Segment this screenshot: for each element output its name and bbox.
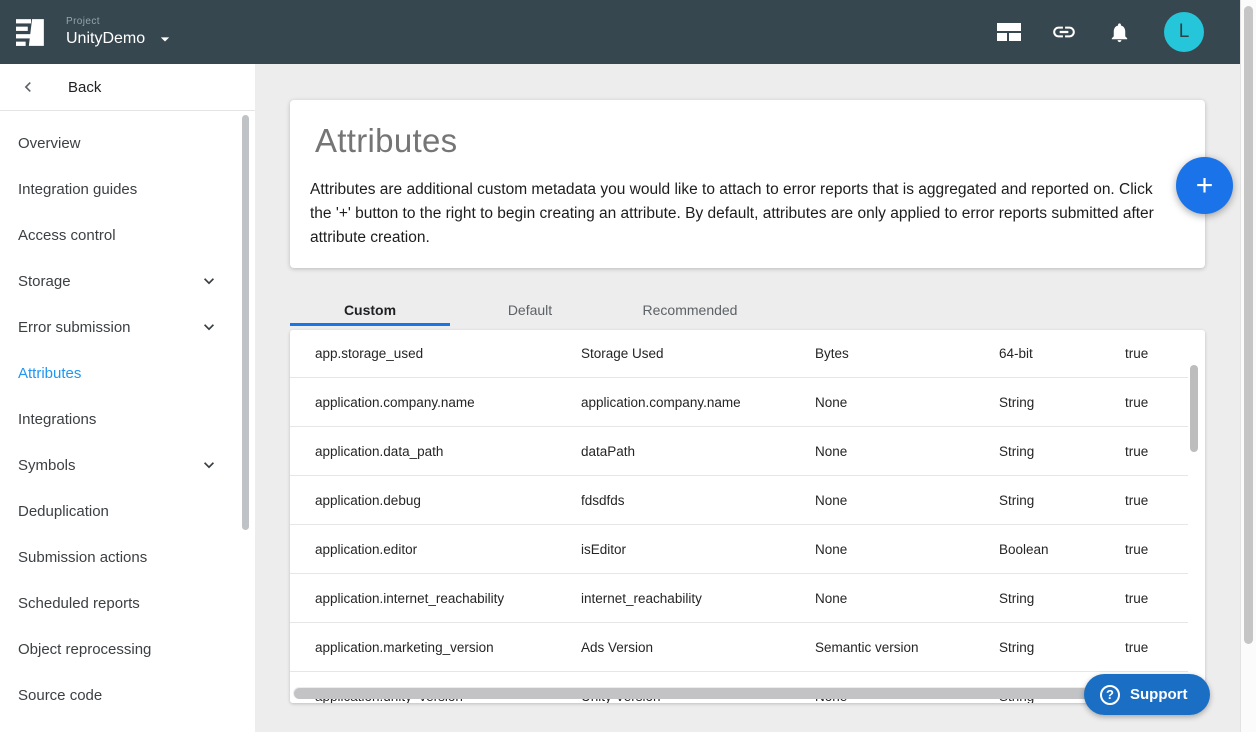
cell-format: None [815, 542, 999, 557]
topbar: Project UnityDemo L [0, 0, 1240, 64]
cell-name: application.editor [315, 542, 581, 557]
cell-name: application.internet_reachability [315, 591, 581, 606]
cell-format: None [815, 493, 999, 508]
sidebar: Back Overview Integration guides Access … [0, 64, 255, 732]
cell-visible: true [1125, 346, 1188, 361]
cell-label: Ads Version [581, 640, 815, 655]
cell-visible: true [1125, 640, 1188, 655]
sidebar-item-integrations[interactable]: Integrations [0, 396, 255, 442]
table-row[interactable]: application.marketing_version Ads Versio… [290, 623, 1188, 672]
table-row[interactable]: application.data_path dataPath None Stri… [290, 427, 1188, 476]
sidebar-item-storage[interactable]: Storage [0, 258, 255, 304]
table-horizontal-scrollbar-thumb[interactable] [294, 688, 1154, 699]
attributes-header-card: Attributes Attributes are additional cus… [290, 100, 1205, 268]
help-icon: ? [1100, 685, 1120, 705]
table-row[interactable]: application.debug fdsdfds None String tr… [290, 476, 1188, 525]
cell-type: String [999, 591, 1125, 606]
sidebar-item-integration-guides[interactable]: Integration guides [0, 166, 255, 212]
sidebar-item-deduplication[interactable]: Deduplication [0, 488, 255, 534]
cell-type: String [999, 640, 1125, 655]
sidebar-item-submission-actions[interactable]: Submission actions [0, 534, 255, 580]
cell-label: fdsdfds [581, 493, 815, 508]
table-row[interactable]: application.internet_reachability intern… [290, 574, 1188, 623]
chevron-down-icon [199, 455, 219, 475]
cell-format: None [815, 395, 999, 410]
sidebar-nav: Overview Integration guides Access contr… [0, 111, 255, 718]
link-icon[interactable] [1051, 19, 1077, 45]
sidebar-item-attributes[interactable]: Attributes [0, 350, 255, 396]
dashboard-icon[interactable] [996, 19, 1022, 45]
page-scrollbar[interactable] [1240, 0, 1256, 732]
page-title: Attributes [315, 122, 457, 160]
cell-visible: true [1125, 591, 1188, 606]
backtrace-logo-icon [16, 17, 46, 47]
cell-format: None [815, 591, 999, 606]
tab-default[interactable]: Default [450, 293, 610, 326]
page-description: Attributes are additional custom metadat… [310, 178, 1168, 250]
cell-format: None [815, 444, 999, 459]
attributes-table-rows: app.storage_used Storage Used Bytes 64-b… [290, 330, 1188, 703]
caret-down-icon [155, 29, 175, 49]
sidebar-item-access-control[interactable]: Access control [0, 212, 255, 258]
page-scrollbar-thumb[interactable] [1244, 6, 1253, 644]
tab-bar: Custom Default Recommended [290, 293, 770, 326]
project-label: Project [66, 16, 175, 27]
back-label: Back [68, 79, 101, 96]
cell-format: Bytes [815, 346, 999, 361]
support-button[interactable]: ? Support [1084, 674, 1210, 715]
sidebar-item-object-reprocessing[interactable]: Object reprocessing [0, 626, 255, 672]
sidebar-item-overview[interactable]: Overview [0, 120, 255, 166]
sidebar-item-scheduled-reports[interactable]: Scheduled reports [0, 580, 255, 626]
table-row[interactable]: application.company.name application.com… [290, 378, 1188, 427]
cell-format: Semantic version [815, 640, 999, 655]
avatar[interactable]: L [1164, 12, 1204, 52]
cell-name: application.marketing_version [315, 640, 581, 655]
app-window: Project UnityDemo L [0, 0, 1256, 732]
cell-type: String [999, 395, 1125, 410]
attributes-table: app.storage_used Storage Used Bytes 64-b… [290, 330, 1205, 703]
project-name: UnityDemo [66, 30, 145, 48]
sidebar-scrollbar-thumb[interactable] [242, 115, 249, 530]
cell-label: isEditor [581, 542, 815, 557]
tab-recommended[interactable]: Recommended [610, 293, 770, 326]
plus-icon: + [1196, 171, 1214, 201]
cell-type: Boolean [999, 542, 1125, 557]
cell-label: dataPath [581, 444, 815, 459]
cell-visible: true [1125, 444, 1188, 459]
cell-name: application.company.name [315, 395, 581, 410]
cell-name: application.debug [315, 493, 581, 508]
support-label: Support [1130, 686, 1188, 703]
cell-visible: true [1125, 542, 1188, 557]
cell-label: internet_reachability [581, 591, 815, 606]
project-selector[interactable]: Project UnityDemo [66, 16, 175, 49]
sidebar-item-error-submission[interactable]: Error submission [0, 304, 255, 350]
cell-label: application.company.name [581, 395, 815, 410]
cell-name: app.storage_used [315, 346, 581, 361]
chevron-down-icon [199, 317, 219, 337]
cell-type: String [999, 493, 1125, 508]
tab-custom[interactable]: Custom [290, 293, 450, 326]
cell-visible: true [1125, 395, 1188, 410]
table-horizontal-scrollbar[interactable] [293, 687, 1185, 699]
back-button[interactable]: Back [0, 64, 255, 111]
cell-type: String [999, 444, 1125, 459]
table-vertical-scrollbar-thumb[interactable] [1190, 365, 1198, 452]
sidebar-item-symbols[interactable]: Symbols [0, 442, 255, 488]
table-row[interactable]: app.storage_used Storage Used Bytes 64-b… [290, 330, 1188, 378]
chevron-left-icon [18, 77, 38, 97]
table-row[interactable]: application.editor isEditor None Boolean… [290, 525, 1188, 574]
avatar-letter: L [1179, 21, 1190, 43]
notifications-icon[interactable] [1106, 19, 1132, 45]
cell-label: Storage Used [581, 346, 815, 361]
chevron-down-icon [199, 271, 219, 291]
cell-name: application.data_path [315, 444, 581, 459]
cell-visible: true [1125, 493, 1188, 508]
add-attribute-button[interactable]: + [1176, 157, 1233, 214]
main-content: Attributes Attributes are additional cus… [255, 64, 1240, 732]
cell-type: 64-bit [999, 346, 1125, 361]
sidebar-item-source-code[interactable]: Source code [0, 672, 255, 718]
